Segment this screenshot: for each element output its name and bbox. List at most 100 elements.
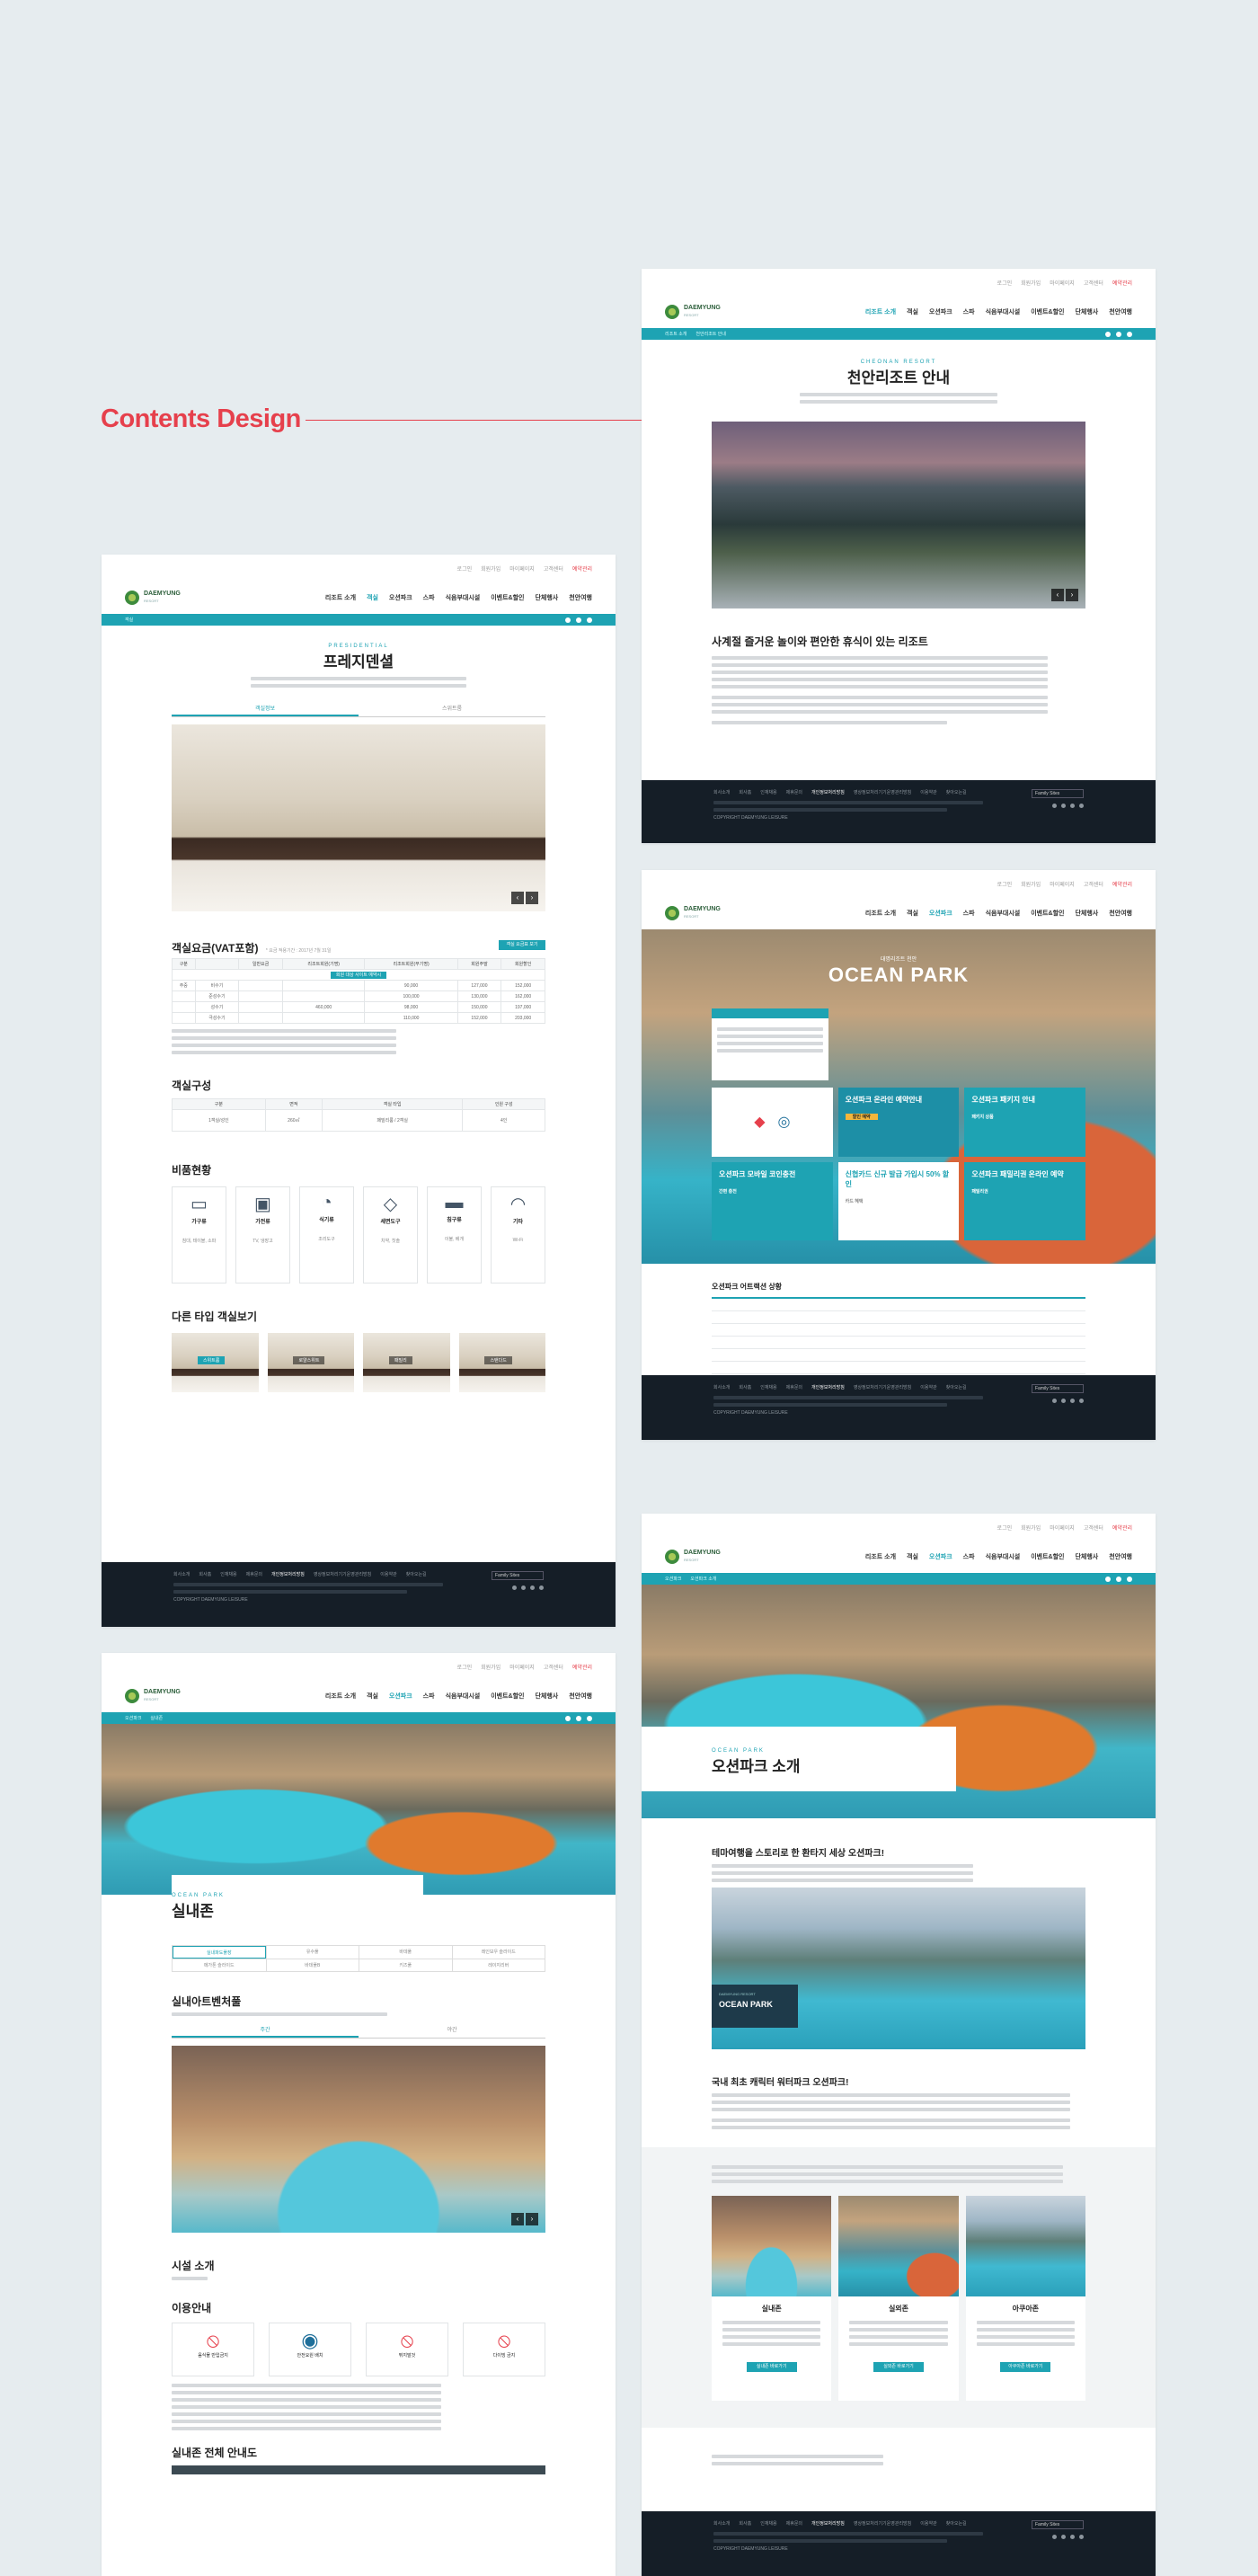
footer-link[interactable]: 인재채용 bbox=[760, 1384, 776, 1390]
twitter-icon[interactable] bbox=[521, 1586, 526, 1590]
breadcrumb[interactable]: 오션파크 bbox=[125, 1715, 141, 1721]
facebook-icon[interactable] bbox=[576, 617, 581, 623]
top-link[interactable]: 회원가입 bbox=[1021, 880, 1041, 888]
menu-item[interactable]: 리조트 소개 bbox=[865, 1552, 896, 1561]
footer-link[interactable]: 찾아오는길 bbox=[406, 1571, 427, 1577]
menu-item[interactable]: 오션파크 bbox=[929, 909, 952, 918]
menu-item[interactable]: 천안여행 bbox=[1109, 909, 1132, 918]
rate-table-button[interactable]: 객실 요금표 보기 bbox=[499, 940, 545, 950]
prev-arrow-icon[interactable]: ‹ bbox=[511, 2213, 524, 2225]
footer-link[interactable]: 제휴문의 bbox=[246, 1571, 262, 1577]
footer-link[interactable]: 인재채용 bbox=[220, 1571, 236, 1577]
twitter-icon[interactable] bbox=[565, 1715, 571, 1721]
tab-zone[interactable]: 바데풀 bbox=[359, 1946, 452, 1959]
footer-link[interactable]: 이용약관 bbox=[920, 1384, 936, 1390]
menu-item[interactable]: 이벤트&할인 bbox=[491, 1692, 524, 1701]
tab-room-info[interactable]: 객실정보 bbox=[172, 702, 359, 716]
footer-link[interactable]: 회사홈 bbox=[739, 1384, 751, 1390]
footer-link[interactable]: 이용약관 bbox=[380, 1571, 396, 1577]
footer-link[interactable]: 회사홈 bbox=[199, 1571, 211, 1577]
top-link-reserve[interactable]: 예약관리 bbox=[1112, 279, 1132, 287]
footer-link[interactable]: 이용약관 bbox=[920, 2520, 936, 2527]
other-room-card[interactable]: 로얄스위트 bbox=[267, 1333, 354, 1392]
top-link[interactable]: 로그인 bbox=[457, 1663, 473, 1671]
menu-item[interactable]: 이벤트&할인 bbox=[1031, 1552, 1064, 1561]
breadcrumb[interactable]: 오션파크 bbox=[665, 1576, 681, 1582]
tab-zone[interactable]: 레이지리버 bbox=[451, 1959, 545, 1971]
menu-item[interactable]: 단체행사 bbox=[535, 1692, 558, 1701]
tab-zone[interactable]: 실내파도풀장 bbox=[173, 1946, 266, 1959]
footer-link[interactable]: 회사홈 bbox=[739, 2520, 751, 2527]
instagram-icon[interactable] bbox=[1079, 2535, 1084, 2539]
menu-item[interactable]: 오션파크 bbox=[929, 307, 952, 316]
print-icon[interactable] bbox=[1127, 1576, 1132, 1582]
top-link[interactable]: 로그인 bbox=[457, 564, 473, 573]
instagram-icon[interactable] bbox=[539, 1586, 544, 1590]
twitter-icon[interactable] bbox=[1061, 1399, 1066, 1403]
facebook-icon[interactable] bbox=[530, 1586, 535, 1590]
tab-night[interactable]: 야간 bbox=[359, 2023, 545, 2038]
swim-icon[interactable]: ◎ bbox=[778, 1113, 791, 1131]
menu-item[interactable]: 이벤트&할인 bbox=[491, 593, 524, 602]
footer-link[interactable]: 찾아오는길 bbox=[946, 789, 967, 795]
top-link[interactable]: 고객센터 bbox=[1084, 1523, 1103, 1532]
blog-icon[interactable] bbox=[512, 1586, 517, 1590]
top-link[interactable]: 로그인 bbox=[997, 1523, 1013, 1532]
zone-button[interactable]: 실외존 바로가기 bbox=[873, 2362, 924, 2372]
tile-family-ticket[interactable]: 오션파크 패밀리권 온라인 예약 패밀리권 bbox=[964, 1161, 1085, 1240]
family-site-select[interactable]: Family Sites bbox=[492, 1571, 544, 1580]
footer-link[interactable]: 제휴문의 bbox=[786, 789, 802, 795]
menu-item[interactable]: 이벤트&할인 bbox=[1031, 307, 1064, 316]
blog-icon[interactable] bbox=[1052, 804, 1057, 808]
footer-link[interactable]: 영상정보처리기기운영관리방침 bbox=[314, 1571, 371, 1577]
menu-item[interactable]: 단체행사 bbox=[1075, 909, 1098, 918]
menu-item[interactable]: 이벤트&할인 bbox=[1031, 909, 1064, 918]
breadcrumb[interactable]: 오션파크 소개 bbox=[690, 1576, 716, 1582]
menu-item[interactable]: 식음부대시설 bbox=[986, 307, 1021, 316]
menu-item[interactable]: 객실 bbox=[367, 593, 378, 602]
facebook-icon[interactable] bbox=[1116, 331, 1121, 337]
other-room-card[interactable]: 패밀리 bbox=[363, 1333, 450, 1392]
breadcrumb[interactable]: 객실 bbox=[125, 617, 133, 623]
menu-item[interactable]: 스파 bbox=[963, 1552, 975, 1561]
menu-item[interactable]: 식음부대시설 bbox=[446, 1692, 481, 1701]
menu-item[interactable]: 스파 bbox=[963, 307, 975, 316]
prev-arrow-icon[interactable]: ‹ bbox=[511, 892, 524, 904]
tab-suite[interactable]: 스위트룸 bbox=[359, 702, 545, 716]
prev-arrow-icon[interactable]: ‹ bbox=[1051, 589, 1064, 601]
twitter-icon[interactable] bbox=[1105, 1576, 1111, 1582]
print-icon[interactable] bbox=[587, 1715, 592, 1721]
menu-item[interactable]: 리조트 소개 bbox=[865, 307, 896, 316]
menu-item[interactable]: 리조트 소개 bbox=[325, 593, 356, 602]
breadcrumb[interactable]: 리조트 소개 bbox=[665, 331, 687, 337]
menu-item[interactable]: 리조트 소개 bbox=[865, 909, 896, 918]
twitter-icon[interactable] bbox=[565, 617, 571, 623]
footer-link[interactable]: 영상정보처리기기운영관리방침 bbox=[854, 2520, 911, 2527]
next-arrow-icon[interactable]: › bbox=[1066, 589, 1078, 601]
tab-zone[interactable]: 바데풀B bbox=[265, 1959, 359, 1971]
footer-link[interactable]: 개인정보처리방침 bbox=[811, 1384, 845, 1390]
tile-mobile-coin[interactable]: 오션파크 모바일 코인충전 간편 충전 bbox=[712, 1161, 833, 1240]
facebook-icon[interactable] bbox=[576, 1715, 581, 1721]
footer-link[interactable]: 개인정보처리방침 bbox=[811, 789, 845, 795]
menu-item[interactable]: 객실 bbox=[367, 1692, 378, 1701]
other-room-card[interactable]: 스탠다드 bbox=[458, 1333, 545, 1392]
blog-icon[interactable] bbox=[1052, 2535, 1057, 2539]
facebook-icon[interactable] bbox=[1070, 804, 1075, 808]
menu-item[interactable]: 리조트 소개 bbox=[325, 1692, 356, 1701]
family-site-select[interactable]: Family Sites bbox=[1032, 1384, 1084, 1393]
top-link[interactable]: 마이페이지 bbox=[1050, 1523, 1075, 1532]
menu-item[interactable]: 스파 bbox=[423, 593, 435, 602]
top-link[interactable]: 로그인 bbox=[997, 880, 1013, 888]
zone-button[interactable]: 아쿠아존 바로가기 bbox=[1000, 2362, 1051, 2372]
menu-item[interactable]: 천안여행 bbox=[569, 593, 592, 602]
footer-link[interactable]: 찾아오는길 bbox=[946, 2520, 967, 2527]
logo[interactable]: DAEMYUNG RESORT bbox=[665, 1550, 721, 1564]
menu-item[interactable]: 객실 bbox=[907, 307, 918, 316]
top-link[interactable]: 회원가입 bbox=[1021, 279, 1041, 287]
footer-link[interactable]: 인재채용 bbox=[760, 2520, 776, 2527]
print-icon[interactable] bbox=[587, 617, 592, 623]
top-link[interactable]: 고객센터 bbox=[544, 564, 563, 573]
menu-item[interactable]: 천안여행 bbox=[1109, 1552, 1132, 1561]
top-link-reserve[interactable]: 예약관리 bbox=[1112, 1523, 1132, 1532]
